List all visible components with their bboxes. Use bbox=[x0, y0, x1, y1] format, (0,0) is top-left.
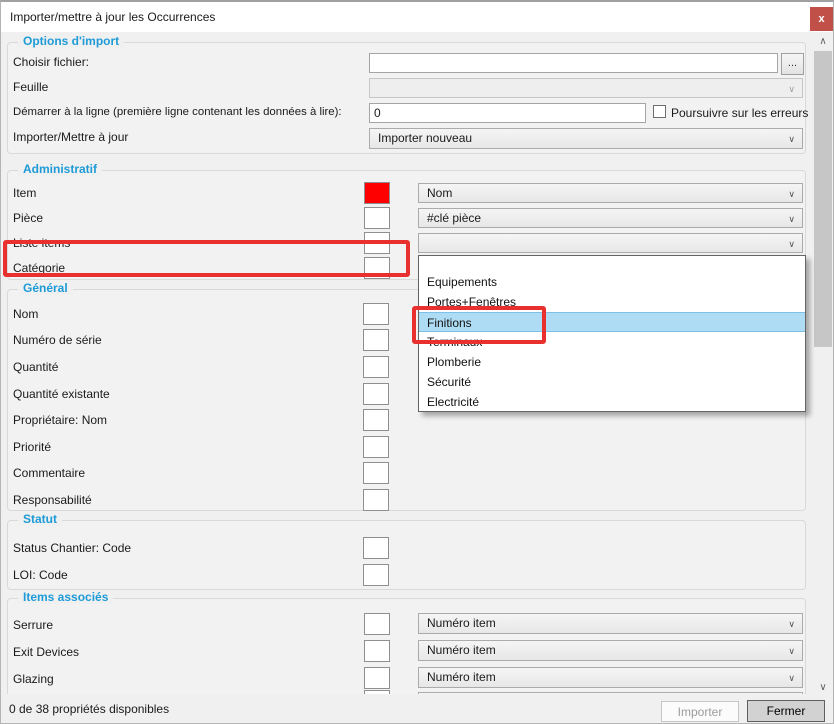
chevron-down-icon: ∨ bbox=[788, 234, 795, 253]
label-nom: Nom bbox=[13, 307, 38, 321]
label-importer-mettre-a-jour: Importer/Mettre à jour bbox=[13, 130, 128, 144]
label-proprietaire-nom: Propriétaire: Nom bbox=[13, 413, 107, 427]
quantite-existante-color-swatch[interactable] bbox=[363, 383, 389, 405]
fermer-button[interactable]: Fermer bbox=[747, 700, 825, 722]
categorie-color-swatch[interactable] bbox=[364, 257, 390, 279]
group-title-general: Général bbox=[18, 281, 73, 295]
label-quantite-existante: Quantité existante bbox=[13, 387, 110, 401]
dropdown-item-portes-fenetres[interactable]: Portes+Fenêtres bbox=[419, 292, 805, 312]
quantite-color-swatch[interactable] bbox=[363, 356, 389, 378]
browse-button[interactable]: ... bbox=[781, 53, 804, 75]
serrure-color-swatch[interactable] bbox=[364, 613, 390, 635]
label-numero-serie: Numéro de série bbox=[13, 333, 102, 347]
sheet-select[interactable]: ∨ bbox=[369, 78, 803, 98]
label-choisir-fichier: Choisir fichier: bbox=[13, 55, 89, 69]
label-demarrer-ligne: Démarrer à la ligne (première ligne cont… bbox=[13, 106, 342, 118]
responsabilite-color-swatch[interactable] bbox=[363, 489, 389, 511]
exit-devices-mapping-select[interactable]: Numéro item ∨ bbox=[418, 640, 803, 661]
chevron-down-icon: ∨ bbox=[788, 129, 795, 149]
item-mapping-select[interactable]: Nom ∨ bbox=[418, 183, 803, 203]
label-exit-devices: Exit Devices bbox=[13, 645, 79, 659]
dropdown-item-finitions[interactable]: Finitions bbox=[419, 312, 805, 332]
liste-items-color-swatch[interactable] bbox=[364, 232, 390, 254]
dropdown-item-securite[interactable]: Sécurité bbox=[419, 372, 805, 392]
dropdown-item-blank[interactable] bbox=[419, 256, 805, 272]
chevron-down-icon: ∨ bbox=[788, 668, 795, 688]
window-title: Importer/mettre à jour les Occurrences bbox=[10, 10, 215, 24]
import-mode-select[interactable]: Importer nouveau ∨ bbox=[369, 128, 803, 149]
priorite-color-swatch[interactable] bbox=[363, 436, 389, 458]
item-color-swatch[interactable] bbox=[364, 182, 390, 204]
label-status-chantier-code: Status Chantier: Code bbox=[13, 541, 131, 555]
chevron-down-icon: ∨ bbox=[788, 79, 795, 98]
group-title-options: Options d'import bbox=[18, 34, 124, 48]
label-commentaire: Commentaire bbox=[13, 466, 85, 480]
group-title-items-associes: Items associés bbox=[18, 590, 113, 604]
proprietaire-color-swatch[interactable] bbox=[363, 409, 389, 431]
dropdown-item-plomberie[interactable]: Plomberie bbox=[419, 352, 805, 372]
continue-on-errors-checkbox[interactable] bbox=[653, 105, 666, 118]
numero-serie-color-swatch[interactable] bbox=[363, 329, 389, 351]
chevron-down-icon: ∨ bbox=[788, 614, 795, 634]
label-glazing: Glazing bbox=[13, 672, 54, 686]
loi-code-color-swatch[interactable] bbox=[363, 564, 389, 586]
title-bar: Importer/mettre à jour les Occurrences bbox=[1, 2, 833, 32]
label-piece: Pièce bbox=[13, 211, 43, 225]
chevron-down-icon: ∨ bbox=[788, 209, 795, 228]
group-title-statut: Statut bbox=[18, 512, 62, 526]
dropdown-item-terminaux[interactable]: Terminaux bbox=[419, 332, 805, 352]
liste-items-mapping-select[interactable]: ∨ bbox=[418, 233, 803, 253]
group-statut: Statut bbox=[7, 520, 806, 590]
glazing-mapping-select[interactable]: Numéro item ∨ bbox=[418, 667, 803, 688]
label-liste-items: Liste items bbox=[13, 236, 70, 250]
file-path-input[interactable] bbox=[369, 53, 778, 73]
label-feuille: Feuille bbox=[13, 80, 48, 94]
properties-status-text: 0 de 38 propriétés disponibles bbox=[9, 702, 169, 716]
dropdown-item-electricite[interactable]: Electricité bbox=[419, 392, 805, 412]
group-title-administratif: Administratif bbox=[18, 162, 102, 176]
piece-color-swatch[interactable] bbox=[364, 207, 390, 229]
scrollbar-thumb[interactable] bbox=[814, 51, 832, 347]
label-loi-code: LOI: Code bbox=[13, 568, 68, 582]
glazing-color-swatch[interactable] bbox=[364, 667, 390, 689]
chevron-down-icon: ∨ bbox=[788, 184, 795, 203]
close-icon[interactable]: x bbox=[810, 7, 833, 31]
piece-mapping-select[interactable]: #clé pièce ∨ bbox=[418, 208, 803, 228]
chevron-down-icon: ∨ bbox=[788, 641, 795, 661]
dialog-window: Importer/mettre à jour les Occurrences x… bbox=[0, 0, 834, 724]
label-categorie: Catégorie bbox=[13, 261, 65, 275]
label-responsabilite: Responsabilité bbox=[13, 493, 92, 507]
status-chantier-color-swatch[interactable] bbox=[363, 537, 389, 559]
label-item: Item bbox=[13, 186, 36, 200]
label-poursuivre-erreurs: Poursuivre sur les erreurs bbox=[671, 106, 808, 120]
exit-devices-color-swatch[interactable] bbox=[364, 640, 390, 662]
label-priorite: Priorité bbox=[13, 440, 51, 454]
label-serrure: Serrure bbox=[13, 618, 53, 632]
dropdown-item-equipements[interactable]: Equipements bbox=[419, 272, 805, 292]
serrure-mapping-select[interactable]: Numéro item ∨ bbox=[418, 613, 803, 634]
label-quantite: Quantité bbox=[13, 360, 58, 374]
start-line-input[interactable]: 0 bbox=[369, 103, 646, 123]
categorie-dropdown-list: Equipements Portes+Fenêtres Finitions Te… bbox=[418, 255, 806, 412]
vertical-scrollbar[interactable]: ∧ ∨ bbox=[814, 33, 832, 696]
nom-color-swatch[interactable] bbox=[363, 303, 389, 325]
importer-button[interactable]: Importer bbox=[661, 701, 739, 722]
scroll-up-icon[interactable]: ∧ bbox=[814, 33, 832, 50]
commentaire-color-swatch[interactable] bbox=[363, 462, 389, 484]
